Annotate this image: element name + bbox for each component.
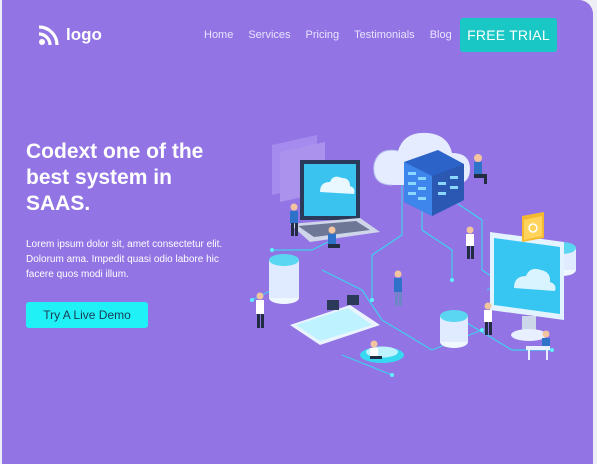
nav-link-home[interactable]: Home: [204, 29, 233, 41]
nav-link-services[interactable]: Services: [248, 29, 290, 41]
main-nav: Home Services Pricing Testimonials Blog: [204, 29, 467, 41]
hero-title: Codext one of the best system in SAAS.: [26, 140, 204, 215]
page-frame: logo Home Services Pricing Testimonials …: [2, 0, 593, 464]
hero-description: Lorem ipsum dolor sit, amet consectetur …: [26, 239, 223, 280]
logo[interactable]: logo: [38, 24, 102, 46]
monitor-icon: [490, 232, 564, 341]
nav-link-pricing[interactable]: Pricing: [306, 29, 340, 41]
logo-text: logo: [66, 25, 102, 44]
person-standing-icon: [290, 203, 298, 236]
free-trial-button[interactable]: FREE TRIAL: [460, 18, 557, 52]
wifi-signal-icon: [38, 25, 59, 46]
person-sitting-icon: [474, 154, 487, 184]
nav-link-testimonials[interactable]: Testimonials: [354, 29, 415, 41]
smartphone-icon: [290, 295, 380, 345]
page-edge: [593, 0, 597, 464]
cloud-network-illustration: [250, 132, 576, 377]
folder-icon: [522, 212, 544, 242]
target-platform-icon: [360, 346, 404, 363]
person-standing-icon: [256, 292, 264, 328]
database-icon: [440, 310, 468, 348]
database-icon: [269, 254, 299, 304]
person-standing-icon: [484, 302, 492, 335]
person-standing-icon: [466, 226, 474, 259]
person-standing-icon: [394, 270, 402, 306]
cloud-server-icon: [373, 132, 470, 216]
nav-link-blog[interactable]: Blog: [430, 29, 452, 41]
live-demo-button[interactable]: Try A Live Demo: [26, 302, 148, 328]
